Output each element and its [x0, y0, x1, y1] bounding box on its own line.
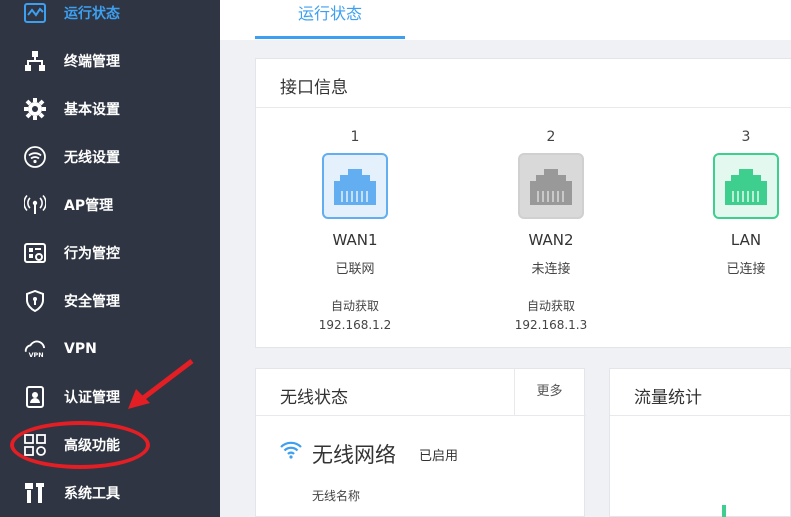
more-link[interactable]: 更多: [514, 369, 584, 415]
vpn-cloud-icon: VPN: [24, 338, 46, 360]
tab-bar: 运行状态: [220, 0, 791, 40]
sidebar-item-label: AP管理: [64, 198, 114, 214]
sidebar-item-label: 认证管理: [64, 390, 120, 406]
ethernet-port-icon: [713, 153, 779, 219]
interface-card: 接口信息 1 WAN1 已联网 自动获取 192.168.1.2 2 WAN2 …: [255, 58, 791, 348]
port-status: 未连接: [531, 262, 571, 277]
port-mode: 自动获取: [330, 299, 379, 313]
annotation-circle: [10, 421, 150, 469]
divider: [256, 415, 586, 416]
sidebar-item-label: 终端管理: [64, 54, 120, 70]
id-badge-icon: [24, 386, 46, 408]
sidebar-item-ap-management[interactable]: AP管理: [0, 181, 220, 229]
traffic-progress-bar: [722, 505, 726, 517]
sidebar-item-label: VPN: [64, 341, 97, 357]
sidebar-item-system-tools[interactable]: 系统工具: [0, 469, 220, 517]
behavior-control-icon: [24, 242, 46, 264]
sidebar-item-behavior-control[interactable]: 行为管控: [0, 229, 220, 277]
port-status: 已联网: [335, 262, 375, 277]
wifi-icon: [24, 146, 46, 168]
sidebar-item-running-status[interactable]: 运行状态: [0, 0, 220, 37]
port-mode: 自动获取: [526, 299, 575, 313]
gear-icon: [24, 98, 46, 120]
wireless-card: 无线状态 更多 无线网络 已启用 无线名称: [255, 368, 586, 517]
svg-text:VPN: VPN: [29, 351, 44, 359]
access-point-icon: [24, 194, 46, 216]
port-number: 1: [350, 129, 360, 145]
traffic-card: 流量统计: [609, 368, 791, 517]
sidebar-item-terminal[interactable]: 终端管理: [0, 37, 220, 85]
port-name: WAN1: [332, 231, 378, 249]
port-number: 2: [546, 129, 556, 145]
wireless-card-title: 无线状态: [280, 388, 348, 408]
main-content: 运行状态 接口信息 1 WAN1 已联网 自动获取 192.168.1.2 2 …: [220, 0, 791, 517]
wifi-icon: [280, 441, 302, 463]
port-ip: 192.168.1.2: [318, 318, 392, 332]
divider: [610, 415, 791, 416]
divider: [256, 107, 791, 108]
sidebar-item-label: 无线设置: [64, 150, 120, 166]
shield-icon: [24, 290, 46, 312]
ethernet-port-icon: [322, 153, 388, 219]
sidebar: 运行状态 终端管理 基本设置 无线设置 AP管理 行为管控 安全管理 VPN V…: [0, 0, 220, 517]
sidebar-item-label: 基本设置: [64, 102, 120, 118]
ssid-label: 无线名称: [312, 489, 361, 503]
port-number: 3: [741, 129, 751, 145]
sidebar-item-basic-settings[interactable]: 基本设置: [0, 85, 220, 133]
sidebar-item-security[interactable]: 安全管理: [0, 277, 220, 325]
port-wan1[interactable]: 1 WAN1 已联网 自动获取 192.168.1.2: [275, 129, 435, 332]
sidebar-item-label: 行为管控: [64, 246, 120, 262]
sidebar-item-label: 安全管理: [64, 294, 120, 310]
sidebar-item-label: 系统工具: [64, 486, 120, 502]
wireless-status-badge: 已启用: [419, 449, 459, 464]
port-wan2[interactable]: 2 WAN2 未连接 自动获取 192.168.1.3: [471, 129, 631, 332]
port-lan[interactable]: 3 LAN 已连接: [666, 129, 791, 277]
wireless-network-label: 无线网络: [312, 443, 396, 467]
chart-monitor-icon: [24, 2, 46, 24]
tools-icon: [24, 482, 46, 504]
active-tab-indicator: [255, 36, 405, 39]
port-name: LAN: [730, 231, 762, 249]
port-name: WAN2: [528, 231, 574, 249]
port-status: 已连接: [726, 262, 766, 277]
sidebar-item-label: 运行状态: [64, 6, 120, 22]
interface-card-title: 接口信息: [280, 78, 348, 98]
tab-running-status[interactable]: 运行状态: [255, 0, 405, 40]
port-ip: 192.168.1.3: [514, 318, 588, 332]
sidebar-item-wireless-settings[interactable]: 无线设置: [0, 133, 220, 181]
network-tree-icon: [24, 50, 46, 72]
annotation-arrow: [128, 359, 194, 409]
traffic-card-title: 流量统计: [634, 388, 702, 408]
ethernet-port-icon: [518, 153, 584, 219]
